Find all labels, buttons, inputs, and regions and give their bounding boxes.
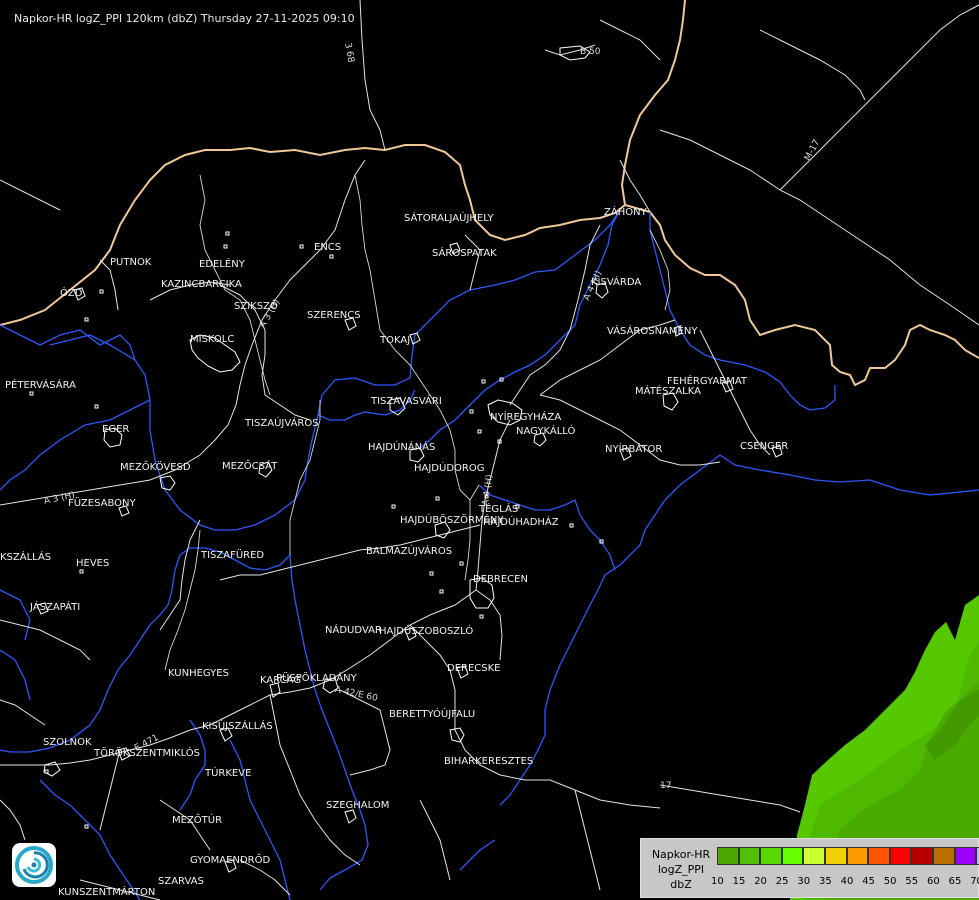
city-label: MEZŐKÖVESD <box>120 462 191 473</box>
city-label: HAJDÚNÁNÁS <box>368 442 436 453</box>
city-label: DERECSKE <box>447 663 501 674</box>
legend-swatch <box>717 847 739 865</box>
legend-tick-label: 60 <box>927 876 940 887</box>
city-label: HAJDÚHADHÁZ <box>483 517 559 528</box>
swirl-icon <box>15 846 53 884</box>
legend-title-line2: logZ_PPI <box>657 863 705 876</box>
legend-tick-label: 65 <box>948 876 962 887</box>
city-label: TÉGLÁS <box>479 504 519 515</box>
city-label: BIHARKERESZTES <box>444 756 534 767</box>
city-label: SZERENCS <box>307 310 361 321</box>
city-label: PUTNOK <box>110 257 152 268</box>
city-label: KARCAG <box>260 675 302 686</box>
legend-tick-label: 15 <box>732 876 746 887</box>
city-label: SÁROSPATAK <box>432 248 497 259</box>
map-title: Napkor-HR logZ_PPI 120km (dbZ) Thursday … <box>14 12 355 25</box>
legend-tick-label: 45 <box>862 876 875 887</box>
city-label: SZARVAS <box>158 876 204 887</box>
legend-tick-label: 25 <box>775 876 789 887</box>
city-label: KISÚJSZÁLLÁS <box>202 721 273 732</box>
city-label: ENCS <box>314 242 342 253</box>
road-label: B 50 <box>580 47 601 57</box>
city-label: ZÁHONY <box>604 207 647 218</box>
city-label: ÓZD <box>60 288 83 299</box>
city-label: HAJDÚDOROG <box>414 463 485 474</box>
legend-swatch <box>889 847 912 865</box>
legend-tick-label: 70 <box>970 876 979 887</box>
legend-tick-label: 35 <box>819 876 832 887</box>
legend-tick-label: 50 <box>883 876 897 887</box>
city-label: PÉTERVÁSÁRA <box>5 380 76 391</box>
met-service-logo <box>12 843 56 887</box>
city-label: NYÍRBÁTOR <box>605 444 663 455</box>
city-label: DEBRECEN <box>473 574 528 585</box>
city-label: HAJDÚSZOBOSZLÓ <box>379 626 474 637</box>
legend-tick-label: 10 <box>711 876 724 887</box>
city-label: NÁDUDVAR <box>325 625 382 636</box>
legend-swatch <box>825 847 847 865</box>
city-label: MEZŐTÚR <box>172 815 223 826</box>
color-scale-legend: Napkor-HR logZ_PPI dbZ 10 15 20 25 30 35 40 45 5… <box>640 838 979 898</box>
city-label: KAZINCBARCIKA <box>161 279 242 290</box>
city-label: TOKAJ <box>380 335 411 346</box>
legend-swatch <box>954 847 977 865</box>
legend-tick-label: 30 <box>797 876 811 887</box>
legend-swatch <box>781 847 804 865</box>
legend-swatch <box>738 847 761 865</box>
city-label: TISZAFÜRED <box>201 550 265 561</box>
city-label: GYOMAENDRŐD <box>190 855 271 866</box>
city-label: TÚRKEVE <box>205 768 252 779</box>
city-label: CSENGER <box>740 441 789 452</box>
city-label: NAGYKÁLLÓ <box>516 426 576 437</box>
legend-swatch <box>868 847 890 865</box>
city-label: KUNSZENTMÁRTON <box>58 887 156 898</box>
legend-tick-label: 40 <box>840 876 854 887</box>
city-label: TISZAVASVÁRI <box>371 396 442 407</box>
legend-swatch <box>760 847 782 865</box>
city-label: KSZÁLLÁS <box>0 552 52 563</box>
city-label: VÁSÁROSNAMÉNY <box>607 326 698 337</box>
city-label: KUNHEGYES <box>168 668 229 679</box>
city-label: TÖRÖKSZENTMIKLÓS <box>94 748 201 759</box>
legend-title: Napkor-HR logZ_PPI dbZ <box>647 847 715 892</box>
legend-swatch <box>911 847 933 865</box>
legend-title-line1: Napkor-HR <box>651 848 711 861</box>
city-label: MÁTÉSZALKA <box>635 386 701 397</box>
city-label: JÁSZAPÁTI <box>30 602 81 613</box>
city-label: BALMAZÚJVÁROS <box>366 546 453 557</box>
city-label: FÜZESABONY <box>68 498 136 509</box>
city-label: KISVÁRDA <box>591 277 642 288</box>
legend-swatch <box>803 847 825 865</box>
city-label: NYÍREGYHÁZA <box>490 412 562 423</box>
legend-swatch <box>933 847 955 865</box>
road-label: 17 <box>660 781 672 791</box>
city-label: SÁTORALJAÚJHELY <box>404 213 494 224</box>
legend-tick-label: 55 <box>905 876 919 887</box>
legend-tick-label: 20 <box>754 876 767 887</box>
city-label: HEVES <box>76 558 110 569</box>
city-label: BERETTYÓÚJFALU <box>389 709 476 720</box>
legend-title-line3: dbZ <box>670 878 692 891</box>
city-label: SZOLNOK <box>43 737 92 748</box>
legend-swatch <box>846 847 869 865</box>
city-label: TISZAÚJVÁROS <box>245 418 319 429</box>
city-label: EDELÉNY <box>199 259 245 270</box>
city-label: MISKOLC <box>190 334 235 345</box>
city-label: EGER <box>102 424 130 435</box>
city-label: SZEGHALOM <box>326 800 390 811</box>
city-label: SZIKSZÓ <box>234 301 278 312</box>
city-label: MEZŐCSÁT <box>222 461 278 472</box>
